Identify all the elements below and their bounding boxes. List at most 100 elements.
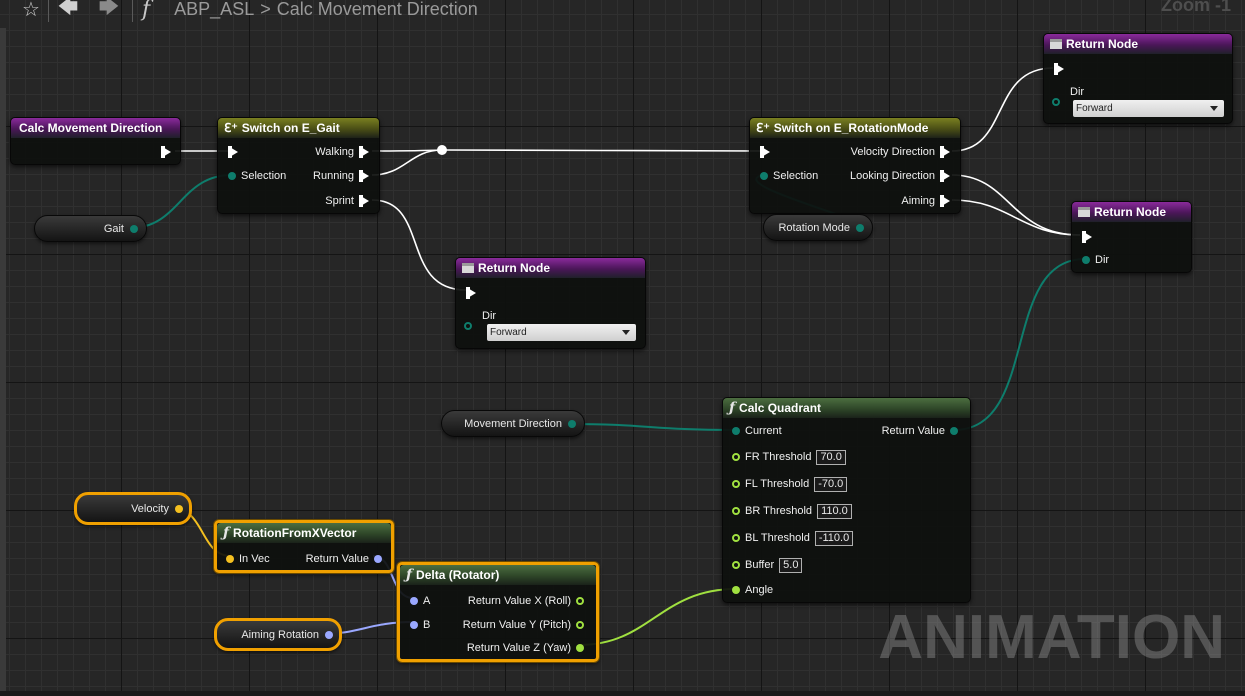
function-icon: ƒ (406, 567, 413, 583)
exec-wire (951, 174, 1081, 236)
dir-dropdown[interactable]: Forward (1073, 100, 1224, 117)
node-header: ƒ Delta (Rotator) (400, 565, 596, 585)
variable-label: Rotation Mode (778, 221, 850, 234)
function-entry-node[interactable]: Calc Movement Direction (10, 117, 181, 165)
pin-label: In Vec (239, 553, 270, 565)
node-header: ℇ⁺ Switch on E_RotationMode (750, 118, 960, 138)
sprint-pin[interactable]: Sprint (325, 194, 369, 208)
dir-pin[interactable]: Dir (1082, 253, 1109, 267)
rotation-from-x-vector-node[interactable]: ƒ RotationFromXVector In Vec Return Valu… (214, 520, 394, 573)
fr-threshold-pin[interactable]: FR Threshold 70.0 (732, 449, 846, 465)
variable-output-pin[interactable] (856, 223, 864, 232)
variable-label: Movement Direction (464, 417, 562, 430)
velocity-direction-pin[interactable]: Velocity Direction (851, 145, 950, 159)
node-header: ℇ⁺ Switch on E_Gait (218, 118, 379, 138)
dir-label: Dir (1070, 85, 1084, 99)
b-pin[interactable]: B (410, 618, 430, 632)
return-y-pin[interactable]: Return Value Y (Pitch) (463, 618, 584, 632)
exec-in-pin[interactable] (1054, 62, 1064, 76)
exec-in-pin[interactable] (228, 145, 238, 159)
angle-pin[interactable]: Angle (732, 583, 773, 597)
exec-wire (441, 149, 761, 152)
reroute-knot (437, 145, 447, 155)
node-header: Return Node (1044, 34, 1232, 54)
pin-label: Dir (1095, 254, 1110, 266)
node-title: Switch on E_RotationMode (773, 121, 929, 135)
buffer-field[interactable]: 5.0 (779, 557, 803, 573)
pin-label: Aiming (901, 195, 935, 207)
variable-label: Aiming Rotation (241, 628, 319, 641)
movement-direction-variable-node[interactable]: Movement Direction (441, 410, 585, 437)
exec-wire (371, 149, 443, 176)
aiming-pin[interactable]: Aiming (901, 194, 950, 208)
rotation-mode-variable-node[interactable]: Rotation Mode (763, 214, 873, 241)
variable-output-pin[interactable] (325, 630, 333, 639)
return-x-pin[interactable]: Return Value X (Roll) (468, 594, 584, 608)
bl-threshold-field[interactable]: -110.0 (814, 530, 854, 546)
br-threshold-pin[interactable]: BR Threshold 110.0 (732, 503, 852, 519)
function-icon: ƒ (223, 525, 230, 541)
in-vec-pin[interactable]: In Vec (226, 552, 270, 566)
a-pin[interactable]: A (410, 594, 430, 608)
variable-output-pin[interactable] (175, 504, 183, 513)
pin-label: FR Threshold (745, 451, 812, 463)
exec-in-pin[interactable] (1082, 230, 1092, 244)
exec-in-pin[interactable] (466, 286, 476, 300)
function-icon: ƒ (729, 400, 736, 416)
running-pin[interactable]: Running (313, 169, 369, 183)
return-z-pin[interactable]: Return Value Z (Yaw) (467, 641, 584, 655)
fl-threshold-pin[interactable]: FL Threshold -70.0 (732, 476, 848, 492)
pin-label: Walking (315, 146, 354, 158)
return-node-forward-mid[interactable]: Return Node Dir Forward (455, 257, 646, 349)
data-wire (953, 258, 1086, 431)
aiming-rotation-variable-node[interactable]: Aiming Rotation (214, 618, 342, 651)
walking-pin[interactable]: Walking (315, 145, 369, 159)
dir-pin[interactable] (1052, 95, 1060, 109)
calc-quadrant-node[interactable]: ƒ Calc Quadrant Current Return Value FR … (722, 397, 971, 603)
chevron-down-icon (622, 330, 630, 335)
return-node-dir[interactable]: Return Node Dir (1071, 201, 1192, 273)
selection-pin[interactable]: Selection (228, 169, 286, 183)
variable-output-pin[interactable] (568, 419, 576, 428)
return-node-forward-top[interactable]: Return Node Dir Forward (1043, 33, 1233, 124)
exec-wire (371, 199, 467, 291)
bl-threshold-pin[interactable]: BL Threshold -110.0 (732, 530, 854, 546)
variable-label: Gait (103, 222, 124, 235)
dir-pin[interactable] (464, 319, 472, 333)
velocity-variable-node[interactable]: Velocity (74, 492, 192, 525)
node-header: ƒ RotationFromXVector (217, 523, 391, 543)
looking-direction-pin[interactable]: Looking Direction (850, 169, 950, 183)
buffer-pin[interactable]: Buffer 5.0 (732, 557, 803, 573)
variable-output-pin[interactable] (130, 224, 138, 233)
return-value-pin[interactable]: Return Value (306, 552, 382, 566)
dropdown-value: Forward (490, 327, 527, 338)
pin-label: Velocity Direction (850, 146, 935, 158)
dir-dropdown[interactable]: Forward (487, 324, 636, 341)
fl-threshold-field[interactable]: -70.0 (814, 476, 848, 492)
data-wire (566, 423, 737, 431)
exec-out-pin[interactable] (161, 145, 171, 159)
node-title: Return Node (1066, 37, 1138, 51)
pin-label: BR Threshold (745, 505, 813, 517)
selection-pin[interactable]: Selection (760, 169, 818, 183)
pin-label: Angle (745, 584, 774, 596)
pin-label: Selection (241, 170, 287, 182)
return-value-pin[interactable]: Return Value (882, 424, 958, 438)
exec-in-pin[interactable] (760, 145, 770, 159)
current-pin[interactable]: Current (732, 424, 782, 438)
pin-label: B (423, 619, 431, 631)
return-node-icon (1078, 207, 1090, 217)
node-title: Calc Movement Direction (19, 121, 163, 135)
switch-rotation-mode-node[interactable]: ℇ⁺ Switch on E_RotationMode Selection Ve… (749, 117, 961, 214)
node-title: Delta (Rotator) (416, 568, 500, 582)
pin-label: Return Value X (Roll) (467, 595, 571, 607)
delta-rotator-node[interactable]: ƒ Delta (Rotator) A B Return Value X (Ro… (397, 562, 599, 662)
node-title: Calc Quadrant (739, 401, 822, 415)
br-threshold-field[interactable]: 110.0 (817, 503, 852, 519)
exec-wire (951, 199, 1081, 236)
pin-label: Buffer (745, 559, 775, 571)
switch-gait-node[interactable]: ℇ⁺ Switch on E_Gait Selection Walking Ru… (217, 117, 380, 214)
gait-variable-node[interactable]: Gait (34, 215, 147, 242)
pin-label: Return Value Y (Pitch) (462, 619, 571, 631)
fr-threshold-field[interactable]: 70.0 (816, 449, 846, 465)
